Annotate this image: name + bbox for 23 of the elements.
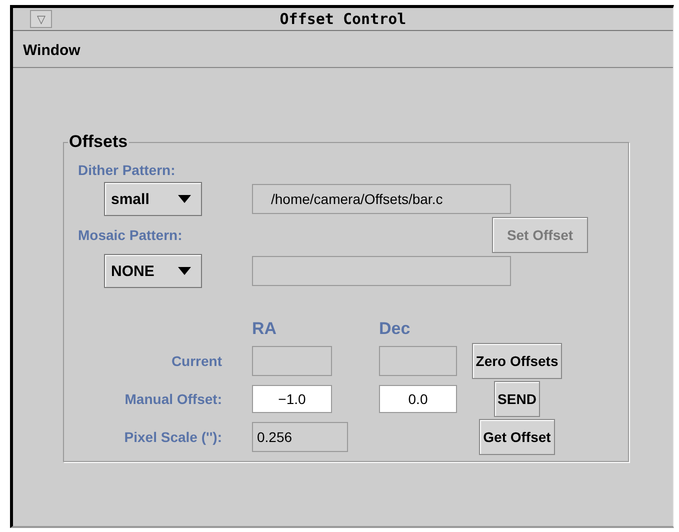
value-field[interactable]: 0.0 bbox=[379, 385, 457, 413]
window-title: Offset Control bbox=[280, 10, 406, 28]
caret-icon bbox=[178, 267, 191, 275]
field-label: Mosaic Pattern: bbox=[78, 227, 182, 243]
row-label: Current bbox=[171, 353, 222, 369]
action-button[interactable]: SEND bbox=[494, 381, 540, 417]
value-field: 0.256 bbox=[252, 422, 348, 452]
column-heading: Dec bbox=[379, 319, 410, 339]
window-menu-button[interactable]: ▽ bbox=[30, 10, 52, 28]
pattern-dropdown[interactable]: NONE bbox=[104, 254, 202, 288]
menu-item[interactable]: Window bbox=[23, 42, 80, 59]
path-field[interactable] bbox=[252, 256, 511, 286]
action-button[interactable]: Get Offset bbox=[479, 419, 555, 455]
path-field[interactable]: /home/camera/Offsets/bar.c bbox=[252, 184, 511, 214]
caret-icon bbox=[178, 195, 191, 203]
row-label: Pixel Scale (''): bbox=[124, 429, 222, 445]
value-field[interactable]: −1.0 bbox=[252, 385, 332, 413]
column-heading: RA bbox=[252, 319, 277, 339]
field-label: Dither Pattern: bbox=[78, 162, 176, 178]
group-title: Offsets bbox=[68, 132, 129, 152]
pattern-dropdown[interactable]: small bbox=[104, 182, 202, 216]
row-label: Manual Offset: bbox=[124, 391, 222, 407]
action-button[interactable]: Zero Offsets bbox=[472, 343, 562, 379]
